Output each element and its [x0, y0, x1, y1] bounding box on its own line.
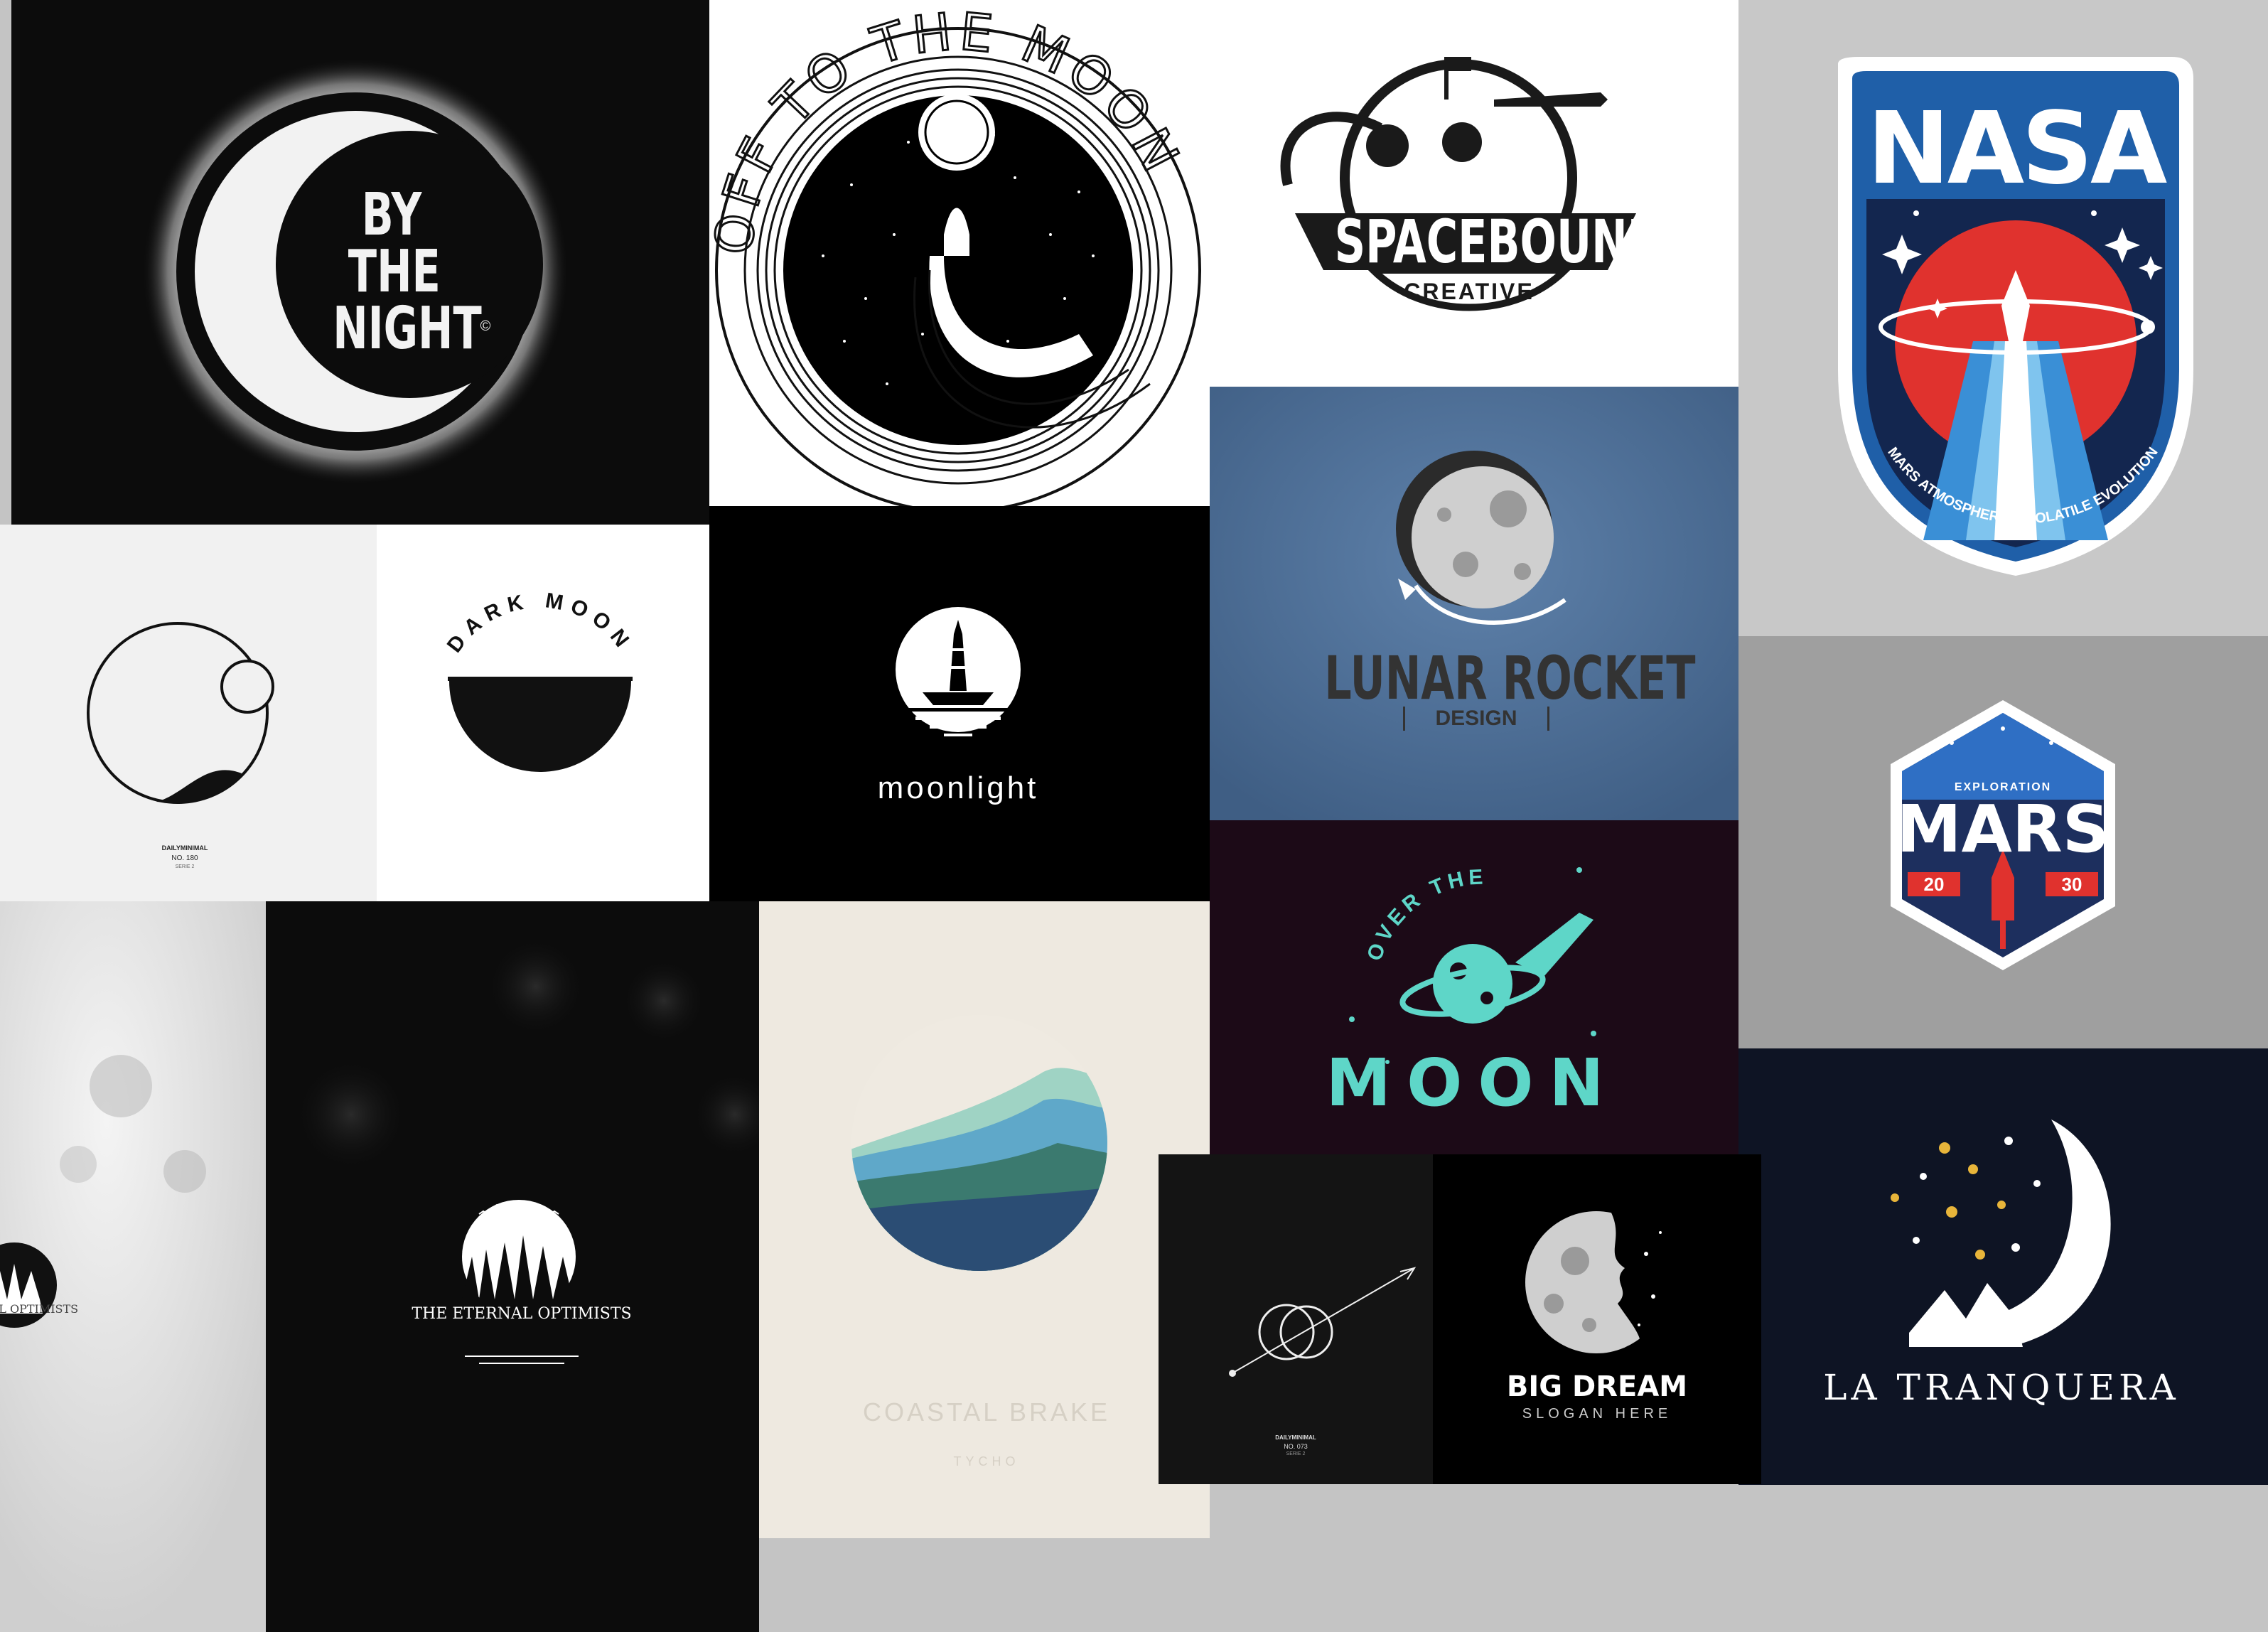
logo-tile-dark-moon: DARK MOON [377, 525, 709, 901]
over-the-moon-title: MOON [1326, 1045, 1620, 1121]
logo-tile-eternal-optimists-faded: E ETERNAL OPTIMISTS [0, 901, 266, 1632]
moon-profile-graphic [1525, 1211, 1675, 1353]
dailyminimal-073-number: NO. 073 [1284, 1443, 1308, 1450]
logo-tile-by-the-night: BY THE NIGHT © [11, 0, 709, 525]
copyright-mark: © [480, 318, 491, 334]
logo-tile-la-tranquera: LA TRANQUERA [1738, 1048, 2268, 1485]
logo-text-night: NIGHT [333, 295, 482, 363]
dailyminimal-number: NO. 180 [171, 854, 198, 862]
big-dream-slogan: SLOGAN HERE [1522, 1406, 1672, 1422]
dark-moon-title: DARK MOON [443, 589, 630, 657]
forest-moon-graphic [294, 937, 759, 1364]
lunar-rocket-subtitle: DESIGN [1403, 707, 1549, 731]
lunar-rocket-title: LUNAR ROCKET [1324, 643, 1696, 713]
logo-tile-dailyminimal-180: DAILYMINIMAL NO. 180 SERIE 2 [0, 525, 377, 901]
dailyminimal-brand: DAILYMINIMAL [161, 844, 208, 852]
eternal-faded-title: E ETERNAL OPTIMISTS [0, 1302, 79, 1316]
logo-tile-big-dream: BIG DREAM SLOGAN HERE [1433, 1154, 1761, 1484]
logo-text-the: THE [348, 238, 441, 306]
logo-tile-coastal-brake: COASTAL BRAKE TYCHO [759, 901, 1210, 1538]
half-moon-graphic: DARK MOON [443, 589, 638, 772]
blurred-background-graphic [0, 901, 266, 1632]
dailyminimal-series: SERIE 2 [175, 864, 195, 869]
svg-text:DARK MOON: DARK MOON [443, 589, 638, 657]
la-tranquera-title: LA TRANQUERA [1823, 1367, 2180, 1408]
dailyminimal-073-brand: DAILYMINIMAL [1275, 1434, 1316, 1441]
coastal-brake-title: COASTAL BRAKE [862, 1397, 1111, 1427]
dailyminimal-073-series: SERIE 2 [1286, 1451, 1306, 1456]
mars-year-right: 30 [2061, 874, 2082, 895]
logo-tile-dailyminimal-073: DAILYMINIMAL NO. 073 SERIE 2 [1159, 1154, 1433, 1484]
crescent-mountain-graphic [1891, 1120, 2111, 1347]
logo-tile-lunar-rocket: LUNAR ROCKET DESIGN [1210, 387, 1738, 820]
logo-tile-over-the-moon: OVER THE MOON [1210, 820, 1738, 1154]
logo-tile-spacebound: SPACEBOUND CREATIVE [1210, 0, 1738, 387]
logo-tile-off-to-the-moon: OFF TO THE MOON [709, 0, 1210, 506]
spacebound-subtitle: CREATIVE [1404, 279, 1535, 304]
planet-badge-graphic [1280, 57, 1636, 311]
moon-rocket-graphic [1210, 387, 1738, 820]
moon-rocket-graphic: OFF TO THE MOON [709, 0, 1201, 506]
moonlight-title: moonlight [877, 771, 1039, 805]
coastal-brake-subtitle: TYCHO [953, 1454, 1020, 1469]
mountain-circle-graphic [851, 1015, 1107, 1271]
logo-tile-moonlight: moonlight [709, 506, 1210, 901]
mars-year-left: 20 [1923, 874, 1945, 895]
logo-tile-mars: EXPLORATION MARS 20 30 [1738, 636, 2268, 1048]
mars-title: MARS [1896, 791, 2110, 867]
logo-tile-nasa: MARS ATMOSPHERE & VOLATILE EVOLUTION NAS… [1738, 0, 2268, 636]
logo-text-by: BY [361, 181, 422, 249]
nasa-wordmark: NASA [1866, 91, 2168, 207]
logo-tile-eternal-optimists: THE ETERNAL OPTIMISTS [266, 901, 759, 1632]
sailboat-moon-graphic [896, 607, 1021, 736]
spacebound-title: SPACEBOUND [1334, 207, 1663, 277]
eternal-optimists-title: THE ETERNAL OPTIMISTS [412, 1305, 632, 1323]
big-dream-title: BIG DREAM [1506, 1370, 1688, 1403]
